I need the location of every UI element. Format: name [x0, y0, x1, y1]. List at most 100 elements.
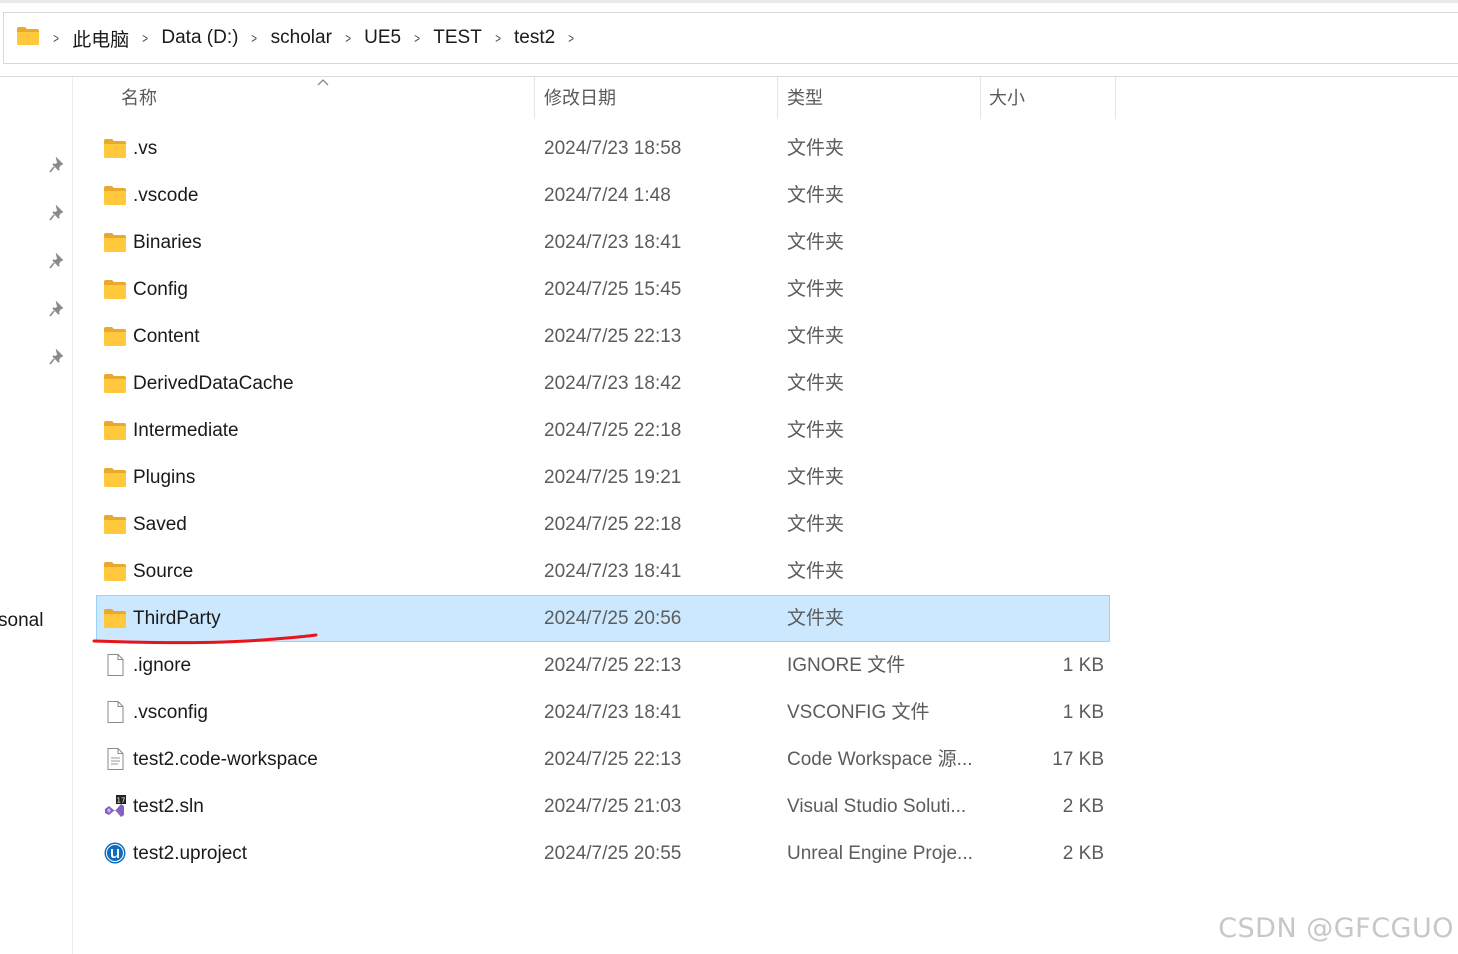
column-divider[interactable]: [1115, 77, 1116, 119]
sort-ascending-icon: [317, 79, 329, 86]
file-icon: [103, 654, 127, 676]
file-row[interactable]: .vscode 2024/7/24 1:48 文件夹: [96, 172, 1110, 219]
folder-icon: [103, 278, 127, 300]
file-size: 1 KB: [1062, 702, 1104, 723]
text-file-icon: [103, 748, 127, 770]
pin-icon[interactable]: [48, 253, 66, 271]
file-modified-date: 2024/7/25 19:21: [544, 467, 682, 488]
file-type: 文件夹: [787, 326, 845, 347]
breadcrumb-item[interactable]: TEST: [433, 27, 482, 49]
column-header-date[interactable]: 修改日期: [544, 77, 616, 119]
file-name: Binaries: [133, 232, 202, 253]
file-type: 文件夹: [787, 514, 845, 535]
pin-icon[interactable]: [48, 349, 66, 367]
folder-icon: [103, 184, 127, 206]
file-type: 文件夹: [787, 467, 845, 488]
window-top-strip: [0, 0, 1458, 3]
file-row[interactable]: Saved 2024/7/25 22:18 文件夹: [96, 501, 1110, 548]
file-size: 17 KB: [1052, 749, 1104, 770]
chevron-right-icon[interactable]: >: [252, 30, 258, 46]
file-name: Saved: [133, 514, 187, 535]
file-row[interactable]: .ignore 2024/7/25 22:13 IGNORE 文件 1 KB: [96, 642, 1110, 689]
file-modified-date: 2024/7/25 22:13: [544, 326, 682, 347]
file-modified-date: 2024/7/23 18:42: [544, 373, 682, 394]
column-header-type[interactable]: 类型: [787, 77, 823, 119]
file-row[interactable]: .vs 2024/7/23 18:58 文件夹: [96, 125, 1110, 172]
breadcrumb-item[interactable]: scholar: [271, 27, 332, 49]
folder-icon: [103, 231, 127, 253]
file-row[interactable]: DerivedDataCache 2024/7/23 18:42 文件夹: [96, 360, 1110, 407]
breadcrumb-item[interactable]: Data (D:): [161, 27, 238, 49]
file-name: .vsconfig: [133, 702, 208, 723]
folder-icon: [16, 26, 40, 51]
file-modified-date: 2024/7/25 22:18: [544, 514, 682, 535]
file-name: test2.code-workspace: [133, 749, 318, 770]
nav-item-label[interactable]: sonal: [0, 610, 43, 632]
file-row[interactable]: Intermediate 2024/7/25 22:18 文件夹: [96, 407, 1110, 454]
file-type: Visual Studio Soluti...: [787, 796, 967, 817]
file-size: 2 KB: [1062, 843, 1104, 864]
folder-icon: [103, 372, 127, 394]
file-row[interactable]: Source 2024/7/23 18:41 文件夹: [96, 548, 1110, 595]
file-row[interactable]: Content 2024/7/25 22:13 文件夹: [96, 313, 1110, 360]
file-name: test2.sln: [133, 796, 204, 817]
folder-icon: [103, 137, 127, 159]
file-name: Content: [133, 326, 200, 347]
column-divider[interactable]: [980, 77, 981, 119]
file-row[interactable]: test2.uproject 2024/7/25 20:55 Unreal Engi…: [96, 830, 1110, 877]
file-name: .ignore: [133, 655, 192, 676]
file-type: 文件夹: [787, 185, 845, 206]
file-type: VSCONFIG 文件: [787, 702, 930, 723]
chevron-right-icon[interactable]: >: [53, 30, 59, 46]
file-modified-date: 2024/7/24 1:48: [544, 185, 671, 206]
file-size: 2 KB: [1062, 796, 1104, 817]
file-row[interactable]: Config 2024/7/25 15:45 文件夹: [96, 266, 1110, 313]
file-row[interactable]: Binaries 2024/7/23 18:41 文件夹: [96, 219, 1110, 266]
file-row[interactable]: Plugins 2024/7/25 19:21 文件夹: [96, 454, 1110, 501]
file-type: 文件夹: [787, 561, 845, 582]
file-name: .vs: [133, 138, 158, 159]
column-header-name[interactable]: 名称: [121, 77, 157, 119]
file-modified-date: 2024/7/25 22:18: [544, 420, 682, 441]
unreal-engine-icon: [103, 842, 127, 864]
pin-icon[interactable]: [48, 205, 66, 223]
file-type: 文件夹: [787, 373, 845, 394]
file-name: DerivedDataCache: [133, 373, 294, 394]
svg-text:17: 17: [117, 797, 126, 805]
column-divider[interactable]: [777, 77, 778, 119]
column-divider[interactable]: [534, 77, 535, 119]
file-name: test2.uproject: [133, 843, 248, 864]
file-name: Config: [133, 279, 188, 300]
watermark: CSDN @GFCGUO: [1218, 913, 1454, 944]
file-modified-date: 2024/7/23 18:41: [544, 561, 682, 582]
breadcrumb-item[interactable]: 此电脑: [72, 25, 129, 52]
pin-icon[interactable]: [48, 301, 66, 319]
file-modified-date: 2024/7/25 15:45: [544, 279, 682, 300]
navigation-pane: [0, 77, 73, 954]
file-row[interactable]: 17 test2.sln 2024/7/25 21:03 Visual Studio …: [96, 783, 1110, 830]
breadcrumb-item[interactable]: UE5: [364, 27, 401, 49]
chevron-right-icon[interactable]: >: [568, 30, 574, 46]
chevron-right-icon[interactable]: >: [495, 30, 501, 46]
folder-icon: [103, 560, 127, 582]
file-type: Unreal Engine Proje...: [787, 843, 973, 864]
file-row[interactable]: test2.code-workspace 2024/7/25 22:13 Code …: [96, 736, 1110, 783]
file-row[interactable]: .vsconfig 2024/7/23 18:41 VSCONFIG 文件 1 KB: [96, 689, 1110, 736]
address-bar[interactable]: > 此电脑 > Data (D:) > scholar > UE5 > TEST…: [3, 12, 1458, 64]
file-size: 1 KB: [1062, 655, 1104, 676]
file-modified-date: 2024/7/23 18:58: [544, 138, 682, 159]
file-modified-date: 2024/7/25 22:13: [544, 749, 682, 770]
red-annotation-underline: [92, 633, 318, 645]
folder-icon: [103, 466, 127, 488]
file-icon: [103, 701, 127, 723]
breadcrumb-item[interactable]: test2: [514, 27, 555, 49]
file-name: Intermediate: [133, 420, 239, 441]
file-modified-date: 2024/7/25 20:55: [544, 843, 682, 864]
file-name: Plugins: [133, 467, 196, 488]
chevron-right-icon[interactable]: >: [142, 30, 148, 46]
column-header-size[interactable]: 大小: [989, 77, 1025, 119]
chevron-right-icon[interactable]: >: [345, 30, 351, 46]
file-name: .vscode: [133, 185, 199, 206]
chevron-right-icon[interactable]: >: [414, 30, 420, 46]
pin-icon[interactable]: [48, 157, 66, 175]
